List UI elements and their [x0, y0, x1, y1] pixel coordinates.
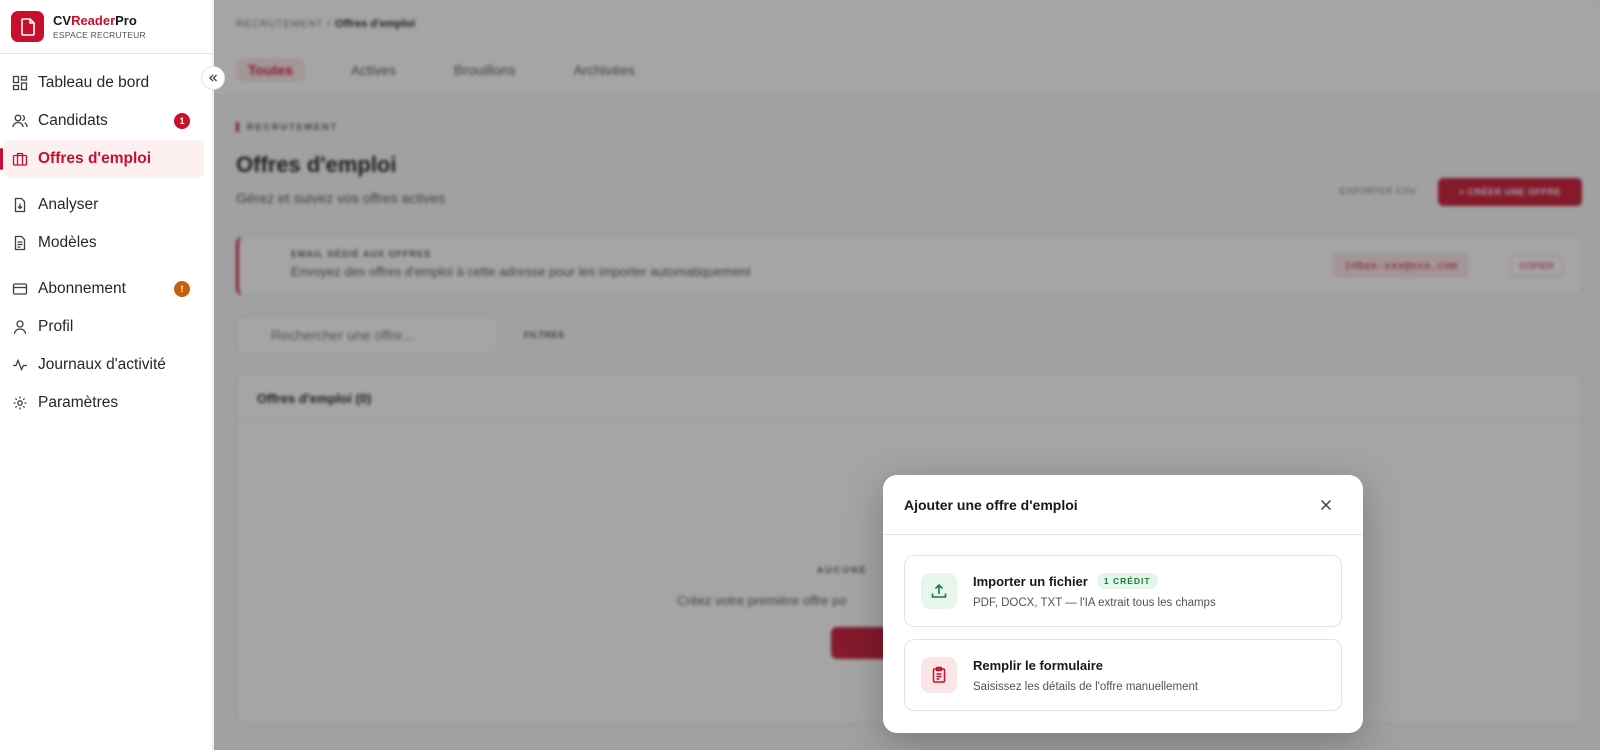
- sidebar-item-analyze[interactable]: Analyser: [0, 186, 204, 224]
- brand-subtitle: ESPACE RECRUTEUR: [53, 29, 146, 40]
- brand-header[interactable]: CVReaderPro ESPACE RECRUTEUR: [0, 0, 212, 54]
- sidebar-item-label: Offres d'emploi: [38, 150, 152, 167]
- clipboard-icon: [921, 657, 957, 693]
- briefcase-icon: [12, 152, 28, 166]
- add-job-modal: Ajouter une offre d'emploi Importer un f…: [883, 475, 1363, 733]
- document-icon: [14, 235, 26, 251]
- sidebar-item-profile[interactable]: Profil: [0, 308, 204, 346]
- sidebar-item-settings[interactable]: Paramètres: [0, 384, 204, 422]
- close-button[interactable]: [1315, 494, 1337, 516]
- sidebar-item-subscription[interactable]: Abonnement !: [0, 270, 204, 308]
- import-file-option[interactable]: Importer un fichier 1 CRÉDIT PDF, DOCX, T…: [904, 555, 1342, 627]
- upload-icon: [921, 573, 957, 609]
- option-description: Saisissez les détails de l'offre manuell…: [973, 680, 1199, 693]
- warning-badge: !: [174, 281, 190, 297]
- sidebar: CVReaderPro ESPACE RECRUTEUR Tableau de …: [0, 0, 213, 750]
- sidebar-item-label: Journaux d'activité: [38, 356, 166, 373]
- sidebar-item-label: Abonnement: [38, 280, 126, 297]
- sidebar-item-label: Paramètres: [38, 394, 119, 411]
- option-description: PDF, DOCX, TXT — l'IA extrait tous les c…: [973, 597, 1216, 609]
- sidebar-item-label: Analyser: [38, 196, 99, 213]
- option-title: Importer un fichier: [973, 573, 1088, 589]
- sidebar-item-label: Tableau de bord: [38, 74, 150, 91]
- credit-badge: 1 CRÉDIT: [1096, 573, 1158, 589]
- dashboard-icon: [12, 75, 28, 91]
- chevrons-left-icon: [209, 74, 217, 82]
- sidebar-item-candidates[interactable]: Candidats 1: [0, 102, 204, 140]
- activity-icon: [13, 358, 27, 372]
- sidebar-item-activity-logs[interactable]: Journaux d'activité: [0, 346, 204, 384]
- sidebar-item-dashboard[interactable]: Tableau de bord: [0, 64, 204, 102]
- file-import-icon: [14, 197, 26, 213]
- credit-card-icon: [12, 283, 28, 295]
- sidebar-item-label: Modèles: [38, 234, 97, 251]
- fill-form-option[interactable]: Remplir le formulaire Saisissez les déta…: [904, 639, 1342, 711]
- brand-name: CVReaderPro: [53, 12, 137, 28]
- sidebar-nav: Tableau de bord Candidats 1 Offres d'emp…: [0, 54, 212, 422]
- option-title: Remplir le formulaire: [973, 657, 1104, 673]
- collapse-sidebar-button[interactable]: [201, 66, 225, 90]
- close-icon: [1320, 499, 1332, 511]
- app-logo-icon: [11, 11, 44, 42]
- sidebar-item-label: Candidats: [38, 112, 108, 129]
- sidebar-item-templates[interactable]: Modèles: [0, 224, 204, 262]
- notification-badge: 1: [174, 113, 190, 129]
- user-icon: [13, 320, 27, 335]
- gear-icon: [13, 396, 27, 410]
- modal-title: Ajouter une offre d'emploi: [904, 496, 1078, 513]
- sidebar-item-jobs[interactable]: Offres d'emploi: [0, 140, 204, 178]
- users-icon: [12, 114, 28, 128]
- sidebar-item-label: Profil: [38, 318, 74, 335]
